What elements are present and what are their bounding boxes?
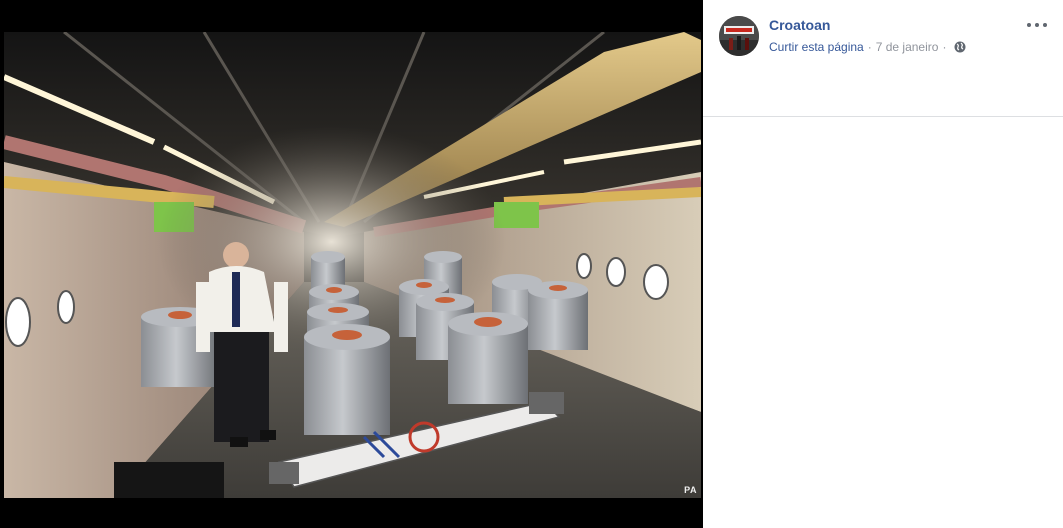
page-avatar[interactable] xyxy=(719,16,759,56)
meta-separator: · xyxy=(867,40,872,54)
post-side-panel: Croatoan Curtir esta página · 7 de janei… xyxy=(703,0,1063,528)
post-photo[interactable]: PA xyxy=(4,32,701,498)
more-options-icon[interactable] xyxy=(1027,18,1047,32)
avatar-image xyxy=(719,16,759,56)
meta-separator: · xyxy=(942,40,947,54)
page-name-link[interactable]: Croatoan xyxy=(769,17,830,33)
globe-icon[interactable] xyxy=(954,41,966,53)
post-header: Croatoan Curtir esta página · 7 de janei… xyxy=(703,0,1063,117)
like-page-link[interactable]: Curtir esta página xyxy=(769,40,864,54)
photo-viewer: PA xyxy=(0,0,703,528)
aircraft-cabin-photo xyxy=(4,32,701,498)
photo-credit: PA xyxy=(684,485,697,495)
post-date[interactable]: 7 de janeiro xyxy=(876,40,939,54)
post-meta: Curtir esta página · 7 de janeiro · xyxy=(769,40,966,54)
